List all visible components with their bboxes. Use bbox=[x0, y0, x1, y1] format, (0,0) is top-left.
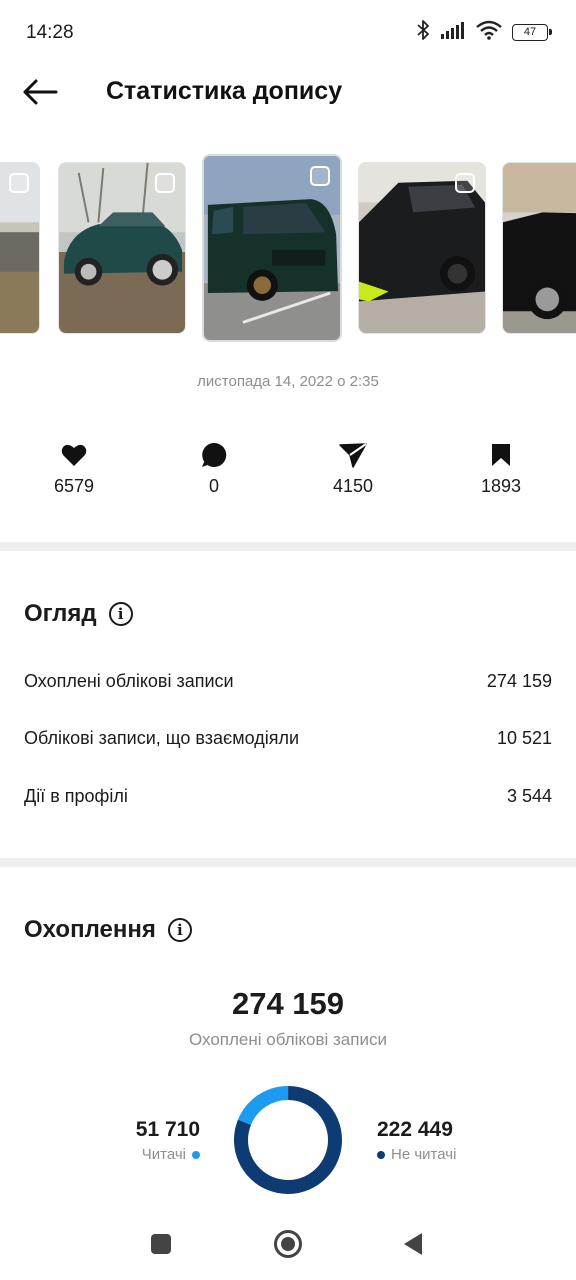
overview-section-header: Огляд i bbox=[24, 600, 133, 628]
status-bar: 14:28 47 bbox=[0, 0, 576, 64]
post-thumbnail-1[interactable] bbox=[0, 162, 40, 334]
bookmark-icon bbox=[461, 438, 541, 472]
likes-count: 6579 bbox=[53, 476, 95, 496]
followers-dot bbox=[192, 1150, 200, 1159]
select-checkbox[interactable] bbox=[9, 173, 29, 193]
shares-stat: 4150 bbox=[313, 438, 393, 497]
overview-row-label: Дії в профілі bbox=[24, 786, 128, 806]
followers-label: Читачі bbox=[141, 1146, 186, 1163]
comment-icon bbox=[174, 438, 254, 472]
back-triangle-icon bbox=[402, 1232, 424, 1261]
send-icon bbox=[313, 438, 393, 472]
comments-count: 0 bbox=[208, 476, 219, 496]
non-followers-value: 222 449 bbox=[377, 1118, 453, 1141]
bluetooth-icon bbox=[416, 19, 430, 46]
likes-stat: 6579 bbox=[34, 438, 114, 497]
reach-total: 274 159 bbox=[231, 986, 345, 1021]
back-button[interactable] bbox=[18, 74, 62, 114]
reach-subtitle: Охоплені облікові записи bbox=[189, 1030, 387, 1049]
heart-icon bbox=[34, 438, 114, 472]
reach-section-header: Охоплення i bbox=[24, 916, 192, 944]
section-divider bbox=[0, 542, 576, 551]
non-followers-dot bbox=[377, 1150, 385, 1159]
post-stats: 6579 0 4150 1893 bbox=[0, 438, 576, 508]
back-nav-button[interactable] bbox=[395, 1228, 431, 1264]
page-title: Статистика допису bbox=[106, 77, 343, 105]
post-date: листопада 14, 2022 о 2:35 bbox=[197, 373, 379, 390]
reach-donut-chart bbox=[234, 1086, 342, 1194]
select-checkbox[interactable] bbox=[155, 173, 175, 193]
select-checkbox[interactable] bbox=[455, 173, 475, 193]
select-checkbox[interactable] bbox=[310, 166, 330, 186]
overview-row-label: Охоплені облікові записи bbox=[24, 671, 234, 691]
signal-icon bbox=[440, 21, 466, 44]
recent-apps-button[interactable] bbox=[143, 1228, 179, 1264]
followers-value: 51 710 bbox=[135, 1118, 200, 1141]
followers-label-row: Читачі bbox=[136, 1146, 200, 1163]
arrow-left-icon bbox=[22, 79, 58, 110]
overview-row-value: 274 159 bbox=[486, 671, 552, 691]
donut-slice-followers bbox=[234, 1086, 342, 1194]
saves-count: 1893 bbox=[480, 476, 522, 496]
battery-icon: 47 bbox=[512, 23, 552, 41]
overview-row[interactable]: Охоплені облікові записи 274 159 bbox=[24, 671, 552, 692]
shares-count: 4150 bbox=[332, 476, 374, 496]
home-button[interactable] bbox=[270, 1228, 306, 1264]
overview-title: Огляд bbox=[24, 600, 97, 627]
post-thumbnail-5[interactable] bbox=[502, 162, 576, 334]
system-nav-bar bbox=[0, 1212, 576, 1280]
home-icon bbox=[273, 1229, 303, 1264]
status-icons: 47 bbox=[416, 19, 552, 46]
section-divider bbox=[0, 858, 576, 867]
overview-row[interactable]: Дії в профілі 3 544 bbox=[24, 786, 552, 807]
header: Статистика допису bbox=[0, 64, 576, 124]
recent-apps-icon bbox=[150, 1233, 172, 1260]
comments-stat: 0 bbox=[174, 438, 254, 497]
overview-row-value: 10 521 bbox=[496, 728, 552, 748]
followers-legend: 51 710 Читачі bbox=[136, 1118, 200, 1163]
info-icon[interactable]: i bbox=[108, 602, 133, 626]
status-time: 14:28 bbox=[26, 22, 74, 43]
post-thumbnail-4[interactable] bbox=[358, 162, 486, 334]
overview-row-label: Облікові записи, що взаємодіяли bbox=[24, 728, 300, 748]
saves-stat: 1893 bbox=[461, 438, 541, 497]
non-followers-legend: 222 449 Не читачі bbox=[377, 1118, 456, 1163]
donut-slice-non-followers bbox=[234, 1086, 342, 1194]
non-followers-label: Не читачі bbox=[391, 1146, 457, 1163]
post-carousel[interactable] bbox=[0, 150, 576, 350]
wifi-icon bbox=[476, 20, 502, 45]
non-followers-label-row: Не читачі bbox=[377, 1146, 456, 1163]
reach-title: Охоплення bbox=[24, 916, 156, 943]
overview-row-value: 3 544 bbox=[506, 786, 552, 806]
overview-row[interactable]: Облікові записи, що взаємодіяли 10 521 bbox=[24, 728, 552, 749]
post-thumbnail-3[interactable] bbox=[202, 154, 342, 342]
info-icon[interactable]: i bbox=[167, 918, 192, 942]
post-thumbnail-2[interactable] bbox=[58, 162, 186, 334]
